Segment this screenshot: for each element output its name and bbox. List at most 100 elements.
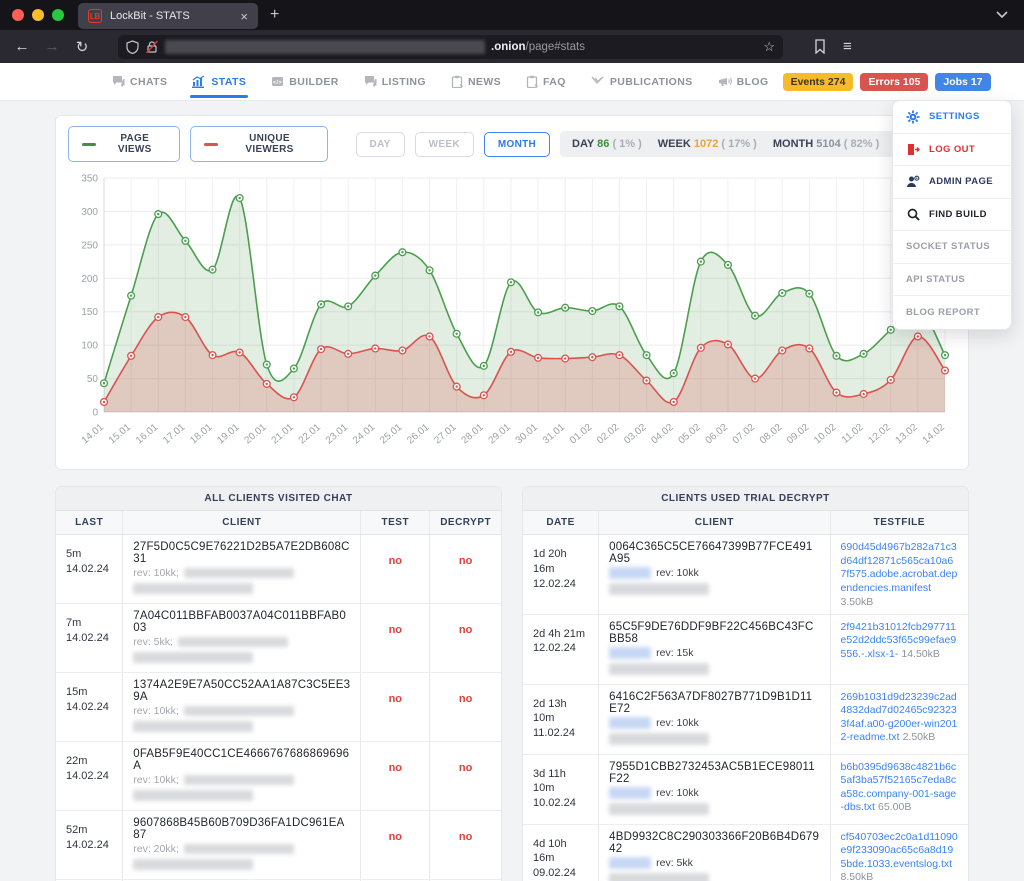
site-navbar: CHATS STATS </> BUILDER LISTING NEWS FAQ… xyxy=(0,63,1024,101)
redacted-block xyxy=(609,663,709,675)
reload-button[interactable]: ↻ xyxy=(70,38,94,56)
window-controls[interactable] xyxy=(0,9,78,21)
redacted-block xyxy=(133,652,253,663)
nav-item-news[interactable]: NEWS xyxy=(451,63,501,101)
new-tab-button[interactable]: + xyxy=(270,6,279,24)
testfile-cell: b6b0395d9638c4821b6c5af3ba57f52165c7eda8… xyxy=(830,754,968,824)
x-tick-label: 26.01 xyxy=(405,422,432,447)
menu-item-logout[interactable]: LOG OUT xyxy=(893,134,1011,167)
decrypt-status: no xyxy=(430,604,501,673)
events-badge[interactable]: Events 274 xyxy=(783,73,854,91)
client-hash: 65C5F9DE76DDF9BF22C456BC43FCBB58 xyxy=(609,621,819,645)
nav-item-chats[interactable]: CHATS xyxy=(112,63,167,101)
forward-button[interactable]: → xyxy=(40,38,64,55)
menu-item-api-status[interactable]: API STATUS xyxy=(893,264,1011,297)
save-page-icon[interactable] xyxy=(813,39,827,54)
testfile-link[interactable]: 269b1031d9d23239c2ad4832dad7d02465c92323… xyxy=(841,691,958,744)
menu-item-blog-report[interactable]: BLOG REPORT xyxy=(893,296,1011,329)
nav-item-publications[interactable]: PUBLICATIONS xyxy=(591,63,693,101)
last-cell: 52m14.02.24 xyxy=(56,811,123,880)
y-tick-label: 350 xyxy=(81,174,98,185)
errors-badge[interactable]: Errors 105 xyxy=(860,73,928,91)
table-row: 2d 13h 10m11.02.24 6416C2F563A7DF8027B77… xyxy=(523,684,968,754)
nav-item-listing[interactable]: LISTING xyxy=(364,63,426,101)
y-tick-label: 150 xyxy=(81,307,98,318)
x-tick-label: 05.02 xyxy=(677,422,704,447)
menu-item-admin-page[interactable]: ADMIN PAGE xyxy=(893,166,1011,199)
tab-list-chevron-icon[interactable] xyxy=(996,6,1008,24)
test-status: no xyxy=(361,811,430,880)
redacted-block xyxy=(609,567,651,579)
table-row: 1d 20h 16m12.02.24 0064C365C5CE76647399B… xyxy=(523,535,968,615)
y-tick-label: 50 xyxy=(87,374,99,385)
bookmark-star-icon[interactable]: ☆ xyxy=(763,39,775,55)
client-hash: 7A04C011BBFAB0037A04C011BBFAB003 xyxy=(133,610,350,634)
client-cell: 1374A2E9E7A50CC52AA1A87C3C5EE39A rev: 10… xyxy=(123,673,361,742)
minimize-window-button[interactable] xyxy=(32,9,44,21)
svg-text:</>: </> xyxy=(273,80,282,86)
x-tick-label: 17.01 xyxy=(161,422,188,447)
nav-item-stats[interactable]: STATS xyxy=(192,63,246,101)
url-bar[interactable]: .onion/page#stats ☆ xyxy=(118,35,783,59)
back-button[interactable]: ← xyxy=(10,38,34,55)
x-tick-label: 03.02 xyxy=(622,422,649,447)
redacted-url xyxy=(165,40,485,54)
legend-page-views-button[interactable]: PAGE VIEWS xyxy=(68,126,180,162)
jobs-badge[interactable]: Jobs 17 xyxy=(935,73,990,91)
x-tick-label: 20.01 xyxy=(242,422,269,447)
legend-unique-viewers-button[interactable]: UNIQUE VIEWERS xyxy=(190,126,327,162)
hamburger-menu-icon[interactable]: ≡ xyxy=(843,38,852,55)
x-tick-label: 04.02 xyxy=(649,422,676,447)
close-window-button[interactable] xyxy=(12,9,24,21)
period-day-button[interactable]: DAY xyxy=(356,132,405,157)
redacted-block xyxy=(184,568,294,578)
testfile-link[interactable]: cf540703ec2c0a1d11090e9f233090ac65c6a8d1… xyxy=(841,831,958,870)
x-tick-label: 01.02 xyxy=(568,422,595,447)
table-row: 7m14.02.24 7A04C011BBFAB0037A04C011BBFAB… xyxy=(56,604,501,673)
client-cell: 9607868B45B60B709D36FA1DC961EA87 rev: 20… xyxy=(123,811,361,880)
redacted-block xyxy=(609,647,651,659)
period-month-button[interactable]: MONTH xyxy=(484,132,550,157)
client-rev: rev: 20kk; xyxy=(133,843,350,855)
x-tick-label: 25.01 xyxy=(378,422,405,447)
green-dash-icon xyxy=(82,143,96,146)
test-status: no xyxy=(361,673,430,742)
testfile-link[interactable]: 690d45d4967b282a71c3d64df12871c565ca10a6… xyxy=(841,541,958,594)
browser-toolbar: ← → ↻ .onion/page#stats ☆ ≡ xyxy=(0,30,1024,63)
x-tick-label: 12.02 xyxy=(866,422,893,447)
x-tick-label: 31.01 xyxy=(541,422,568,447)
client-hash: 27F5D0C5C9E76221D2B5A7E2DB608C31 xyxy=(133,541,350,565)
last-cell: 15m14.02.24 xyxy=(56,673,123,742)
client-rev: rev: 10kk; xyxy=(133,774,350,786)
col-client: CLIENT xyxy=(599,511,830,535)
user-dropdown-menu: SETTINGS LOG OUT ADMIN PAGE FIND BUILD S… xyxy=(892,100,1012,330)
nav-item-builder[interactable]: </> BUILDER xyxy=(271,63,338,101)
tab-close-icon[interactable]: × xyxy=(240,9,248,24)
menu-item-socket-status[interactable]: SOCKET STATUS xyxy=(893,231,1011,264)
x-tick-label: 07.02 xyxy=(731,422,758,447)
table-row: 4d 10h 16m09.02.24 4BD9932C8C290303366F2… xyxy=(523,824,968,881)
url-text: .onion/page#stats xyxy=(491,41,585,53)
client-hash: 6416C2F563A7DF8027B771D9B1D11E72 xyxy=(609,691,819,715)
x-tick-label: 28.01 xyxy=(459,422,486,447)
y-tick-label: 0 xyxy=(92,408,98,419)
testfile-size: 3.50kB xyxy=(841,596,874,608)
menu-item-settings[interactable]: SETTINGS xyxy=(893,101,1011,134)
admin-user-icon xyxy=(906,175,920,188)
x-tick-label: 19.01 xyxy=(215,422,242,447)
date-cell: 1d 20h 16m12.02.24 xyxy=(523,535,599,615)
x-tick-label: 16.01 xyxy=(134,422,161,447)
x-tick-label: 21.01 xyxy=(270,422,297,447)
chat-icon xyxy=(112,75,125,88)
menu-item-find-build[interactable]: FIND BUILD xyxy=(893,199,1011,232)
maximize-window-button[interactable] xyxy=(52,9,64,21)
client-cell: 6416C2F563A7DF8027B771D9B1D11E72 rev: 10… xyxy=(599,684,830,754)
period-week-button[interactable]: WEEK xyxy=(415,132,474,157)
test-status: no xyxy=(361,535,430,604)
browser-tab[interactable]: LB LockBit - STATS × xyxy=(78,3,258,29)
nav-item-faq[interactable]: FAQ xyxy=(526,63,566,101)
x-tick-label: 15.01 xyxy=(107,422,134,447)
table-row: 5m14.02.24 27F5D0C5C9E76221D2B5A7E2DB608… xyxy=(56,535,501,604)
nav-item-blog[interactable]: BLOG xyxy=(718,63,769,101)
browser-tabstrip: LB LockBit - STATS × + xyxy=(0,0,1024,30)
